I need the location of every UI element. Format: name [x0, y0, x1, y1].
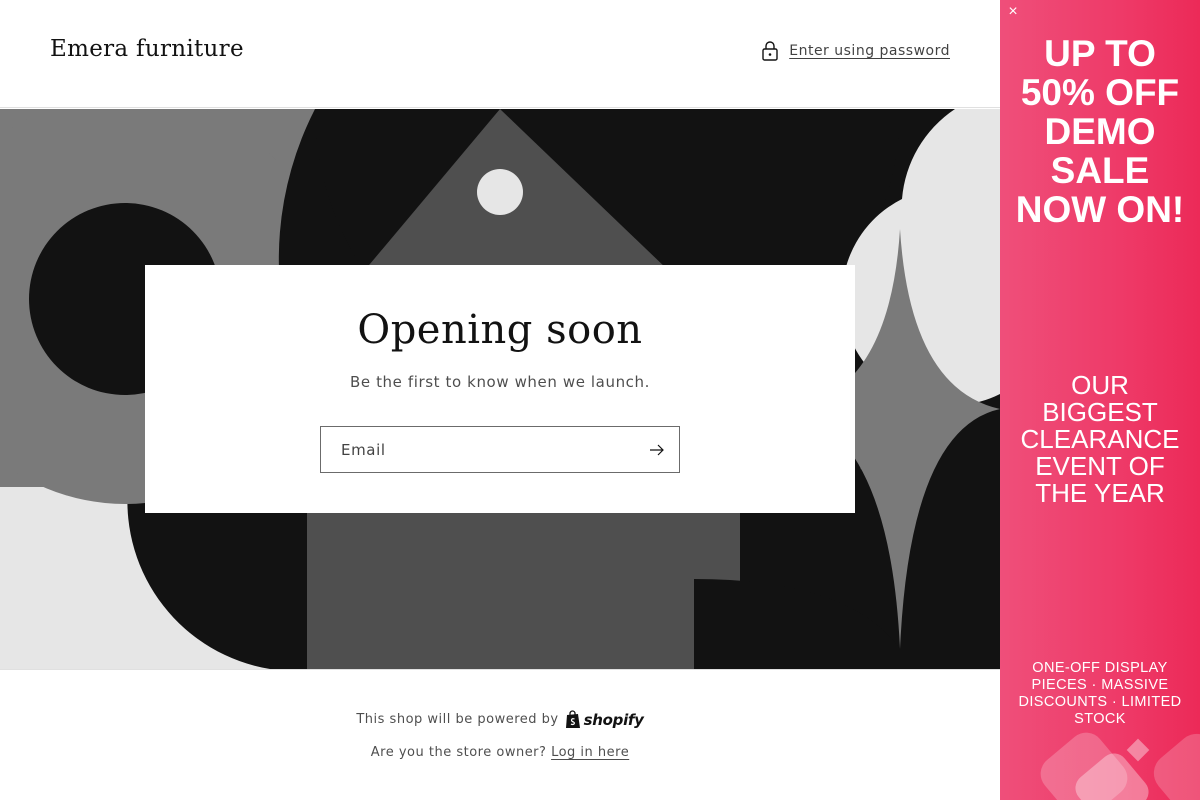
owner-line: Are you the store owner? Log in here: [0, 745, 1000, 760]
login-link[interactable]: Log in here: [551, 745, 629, 760]
enter-password-link[interactable]: Enter using password: [761, 40, 950, 62]
launch-subheading: Be the first to know when we launch.: [349, 373, 651, 391]
promo-detail: ONE-OFF DISPLAY PIECES · MASSIVE DISCOUN…: [1018, 660, 1182, 727]
site-header: Emera furniture Enter using password: [0, 0, 1000, 108]
subscribe-button[interactable]: [635, 427, 679, 472]
promo-decorative-shapes: [1040, 732, 1200, 800]
shopify-bag-icon: [565, 710, 580, 728]
email-field-wrapper: [320, 426, 680, 473]
powered-by-text: This shop will be powered by: [356, 712, 559, 727]
shopify-logo[interactable]: shopify: [565, 710, 644, 729]
close-icon[interactable]: ×: [1004, 3, 1022, 21]
lock-icon: [762, 41, 778, 61]
enter-password-label: Enter using password: [789, 43, 950, 59]
email-input[interactable]: [321, 427, 635, 472]
promo-headline: UP TO 50% OFF DEMO SALE NOW ON!: [1015, 33, 1185, 230]
powered-by-line: This shop will be powered by shopify: [0, 710, 1000, 729]
site-footer: This shop will be powered by shopify Are…: [0, 669, 1000, 800]
promo-subheadline: OUR BIGGEST CLEARANCE EVENT OF THE YEAR: [1020, 370, 1180, 508]
hero-banner: Opening soon Be the first to know when w…: [0, 109, 1000, 669]
store-name[interactable]: Emera furniture: [50, 36, 244, 62]
promo-sidebar: × UP TO 50% OFF DEMO SALE NOW ON! OUR BI…: [1000, 0, 1200, 800]
shopify-wordmark: shopify: [583, 710, 644, 729]
owner-prompt: Are you the store owner?: [370, 745, 547, 760]
newsletter-card: Opening soon Be the first to know when w…: [145, 265, 855, 513]
opening-soon-heading: Opening soon: [357, 307, 643, 353]
arrow-right-icon: [650, 444, 664, 455]
